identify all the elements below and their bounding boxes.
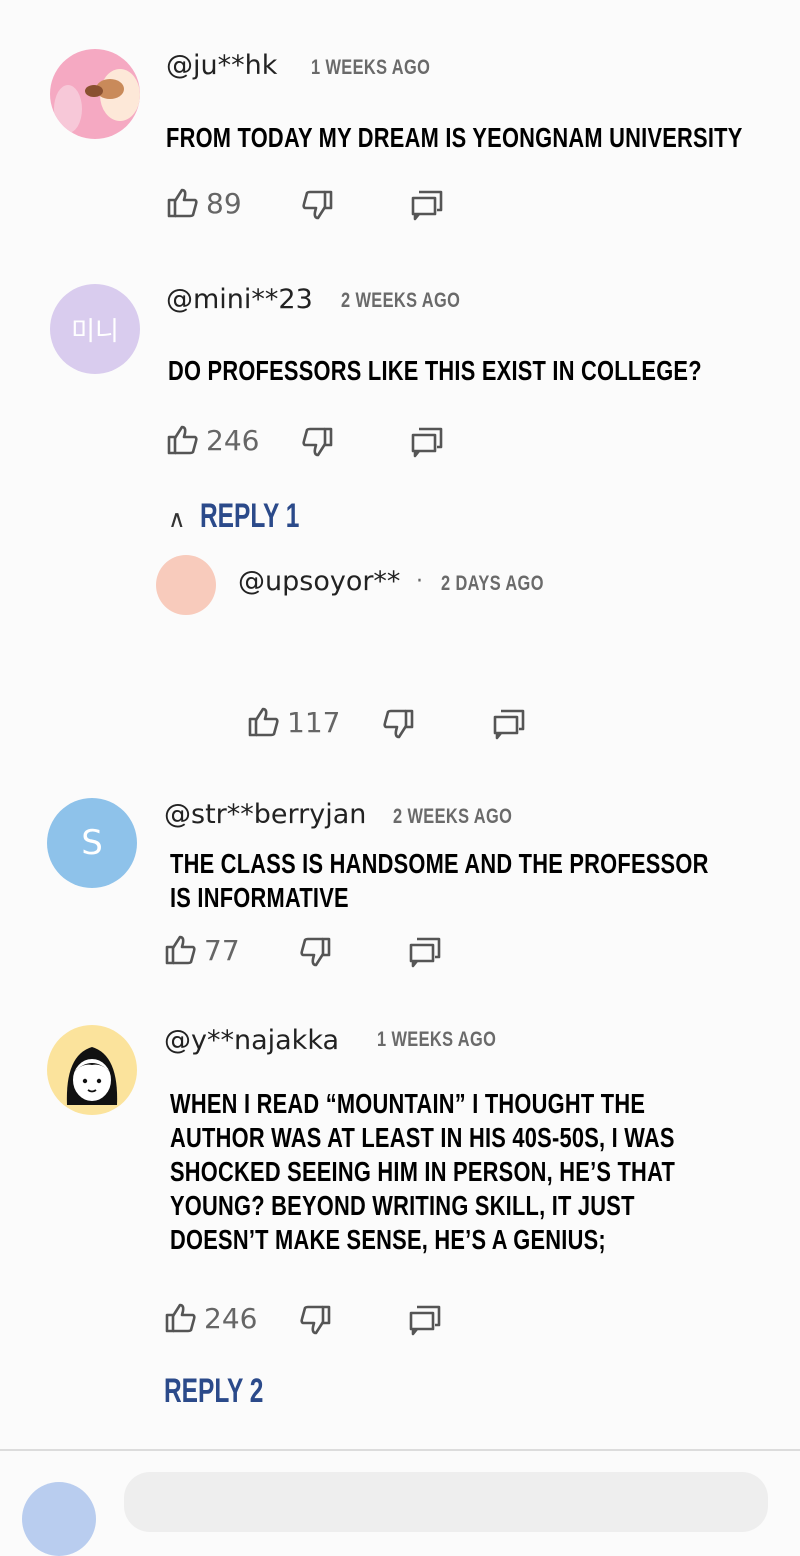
reply-comment-button[interactable] <box>408 935 442 969</box>
reply-comment-icon <box>410 188 444 222</box>
comment-author[interactable]: @mini**23 <box>166 284 313 315</box>
reply-timestamp: 2 DAYS AGO <box>441 572 544 595</box>
dislike-icon <box>300 425 334 459</box>
like-button[interactable]: 89 <box>166 186 242 220</box>
dislike-button[interactable] <box>300 188 334 222</box>
comment-input[interactable] <box>124 1472 768 1532</box>
reply-comment-icon <box>408 1303 442 1337</box>
comment-timestamp: 1 WEEKS AGO <box>377 1028 497 1051</box>
reply-author[interactable]: @upsoyor** <box>238 566 400 597</box>
avatar[interactable] <box>50 49 140 139</box>
like-button[interactable]: 117 <box>247 705 340 739</box>
replies-toggle-label: REPLY 2 <box>164 1372 264 1410</box>
like-count: 246 <box>204 1301 258 1335</box>
like-button[interactable]: 246 <box>166 423 259 457</box>
comment-text: THE CLASS IS HANDSOME AND THE PROFESSOR … <box>170 848 709 913</box>
divider <box>0 1449 800 1451</box>
comment-text: FROM TODAY MY DREAM IS YEONGNAM UNIVERSI… <box>166 122 743 153</box>
avatar-initials: S <box>81 823 103 863</box>
dislike-button[interactable] <box>298 935 332 969</box>
dislike-icon <box>298 1303 332 1337</box>
like-count: 117 <box>287 705 341 739</box>
reply-comment-button[interactable] <box>408 1303 442 1337</box>
comment-text: DO PROFESSORS LIKE THIS EXIST IN COLLEGE… <box>168 355 702 386</box>
dislike-icon <box>381 707 415 741</box>
reply-comment-icon <box>410 425 444 459</box>
replies-toggle[interactable]: REPLY 2 <box>164 1372 294 1416</box>
chevron-up-icon: ∧ <box>168 505 186 533</box>
like-count: 77 <box>204 933 240 967</box>
replies-toggle-label: REPLY 1 <box>200 497 300 535</box>
separator-dot: · <box>416 569 423 594</box>
like-count: 246 <box>206 423 260 457</box>
replies-toggle[interactable]: ∧ REPLY 1 <box>166 497 306 541</box>
dislike-button[interactable] <box>300 425 334 459</box>
reply-comment-icon <box>492 707 526 741</box>
dislike-icon <box>300 188 334 222</box>
like-button[interactable]: 77 <box>164 933 240 967</box>
avatar[interactable] <box>156 555 216 615</box>
avatar[interactable] <box>47 1025 137 1115</box>
avatar <box>22 1482 96 1556</box>
reply-comment-button[interactable] <box>410 188 444 222</box>
comment-timestamp: 2 WEEKS AGO <box>393 805 513 828</box>
dislike-button[interactable] <box>381 707 415 741</box>
reply-comment-button[interactable] <box>410 425 444 459</box>
like-icon <box>247 705 281 739</box>
comment-text: WHEN I READ “MOUNTAIN” I THOUGHT THE AUT… <box>170 1088 676 1255</box>
dislike-icon <box>298 935 332 969</box>
avatar[interactable]: S <box>47 798 137 888</box>
comment-author[interactable]: @str**berryjan <box>164 799 366 830</box>
like-icon <box>164 1301 198 1335</box>
comment-timestamp: 2 WEEKS AGO <box>341 289 461 312</box>
dislike-button[interactable] <box>298 1303 332 1337</box>
avatar[interactable]: 미니 <box>50 284 140 374</box>
like-icon <box>164 933 198 967</box>
like-count: 89 <box>206 186 242 220</box>
avatar-initials: 미니 <box>71 316 119 347</box>
comment-author[interactable]: @y**najakka <box>164 1025 339 1056</box>
comment-author[interactable]: @ju**hk <box>166 50 277 81</box>
comment-timestamp: 1 WEEKS AGO <box>311 56 431 79</box>
like-icon <box>166 423 200 457</box>
like-button[interactable]: 246 <box>164 1301 257 1335</box>
reply-comment-button[interactable] <box>492 707 526 741</box>
like-icon <box>166 186 200 220</box>
reply-comment-icon <box>408 935 442 969</box>
